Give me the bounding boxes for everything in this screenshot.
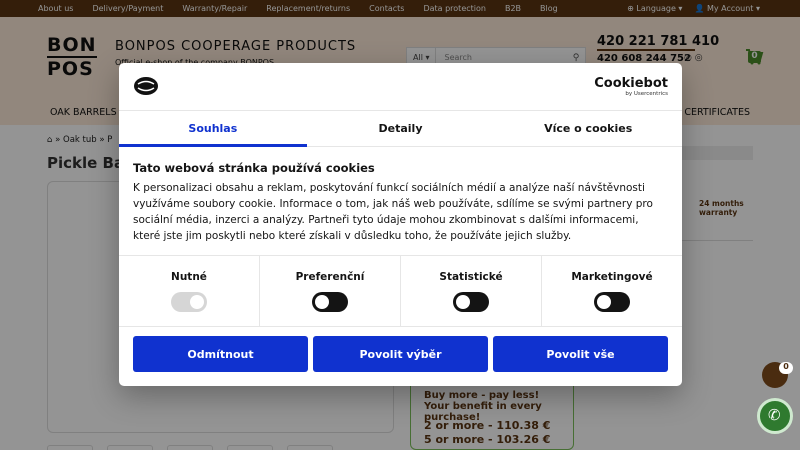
dialog-body: Tato webová stránka používá cookies K pe…	[133, 161, 668, 244]
dialog-tabs: Souhlas Detaily Více o cookies	[119, 110, 682, 147]
tab-consent[interactable]: Souhlas	[119, 111, 307, 147]
category-preferences: Preferenční	[260, 256, 401, 326]
phone-icon: ✆	[768, 406, 781, 424]
dialog-text: K personalizaci obsahu a reklam, poskyto…	[133, 182, 653, 242]
dialog-heading: Tato webová stránka používá cookies	[133, 161, 375, 175]
category-label: Marketingové	[571, 271, 653, 283]
dialog-buttons: Odmítnout Povolit výběr Povolit vše	[133, 336, 668, 372]
tab-details[interactable]: Detaily	[307, 111, 495, 146]
cookiebot-logo[interactable]: Cookiebot by Usercentrics	[594, 76, 668, 97]
floating-call-button[interactable]: ✆	[757, 398, 793, 434]
toggle-preferences[interactable]	[312, 292, 348, 312]
category-label: Statistické	[439, 271, 503, 283]
category-label: Nutné	[171, 271, 207, 283]
consent-categories: Nutné Preferenční Statistické Marketingo…	[119, 255, 682, 327]
toggle-marketing[interactable]	[594, 292, 630, 312]
allow-selection-button[interactable]: Povolit výběr	[313, 336, 488, 372]
allow-all-button[interactable]: Povolit vše	[493, 336, 668, 372]
cookie-consent-dialog: Cookiebot by Usercentrics Souhlas Detail…	[119, 63, 682, 386]
tab-about-cookies[interactable]: Více o cookies	[494, 111, 682, 146]
category-marketing: Marketingové	[542, 256, 682, 326]
toggle-necessary	[171, 292, 207, 312]
site-logo-icon	[134, 77, 158, 95]
cookiebot-name: Cookiebot	[594, 76, 668, 91]
category-label: Preferenční	[295, 271, 365, 283]
category-necessary: Nutné	[119, 256, 260, 326]
category-statistics: Statistické	[401, 256, 542, 326]
floating-basket-count: 0	[779, 362, 793, 374]
cookiebot-by: by Usercentrics	[625, 91, 668, 97]
deny-button[interactable]: Odmítnout	[133, 336, 308, 372]
toggle-statistics[interactable]	[453, 292, 489, 312]
